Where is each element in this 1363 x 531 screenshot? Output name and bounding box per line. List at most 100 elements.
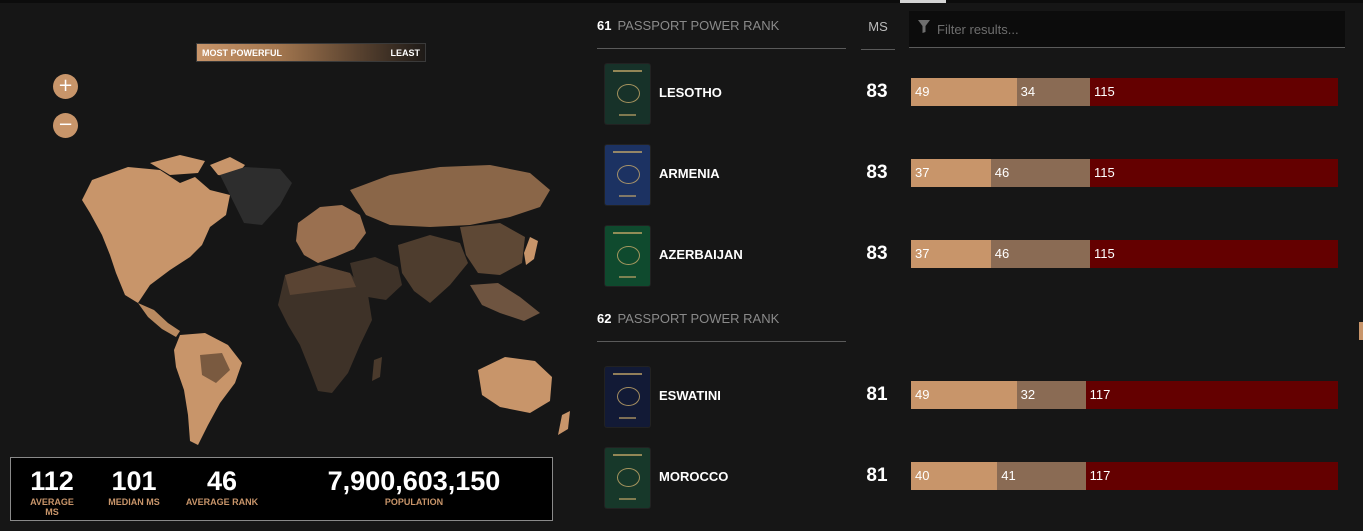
visa-breakdown-bar[interactable]: 37 46 115	[911, 159, 1338, 187]
country-name[interactable]: ARMENIA	[659, 166, 720, 181]
stat-value: 7,900,603,150	[327, 466, 501, 496]
country-name[interactable]: LESOTHO	[659, 85, 722, 100]
passport-bottom-mark	[619, 498, 636, 500]
passport-title-mark	[613, 70, 642, 72]
top-border	[0, 0, 1363, 3]
country-row[interactable]: AZERBAIJAN 83 37 46 115	[605, 226, 1345, 286]
mobility-score: 83	[866, 81, 888, 102]
visa-breakdown-bar[interactable]: 49 34 115	[911, 78, 1338, 106]
rank-number: 61	[597, 18, 612, 33]
passport-bottom-mark	[619, 276, 636, 278]
passport-cover-image[interactable]	[605, 145, 650, 205]
passport-title-mark	[613, 373, 642, 375]
visa-free-segment[interactable]: 49	[911, 381, 1017, 409]
zoom-in-button[interactable]: +	[53, 74, 78, 99]
passport-cover-image[interactable]	[605, 226, 650, 286]
map-legend: MOST POWERFUL LEAST	[196, 43, 426, 62]
rank-label: PASSPORT POWER RANK	[617, 311, 780, 326]
mobility-score: 81	[866, 465, 888, 486]
visa-breakdown-bar[interactable]: 37 46 115	[911, 240, 1338, 268]
passport-cover-image[interactable]	[605, 64, 650, 124]
legend-least-label: LEAST	[390, 48, 420, 58]
visa-required-segment[interactable]: 117	[1085, 381, 1338, 409]
passport-emblem	[617, 468, 640, 487]
rank-header-62: 62 PASSPORT POWER RANK	[597, 311, 846, 342]
stat-median-ms: 101 MEDIAN MS	[103, 466, 165, 507]
active-tab-indicator	[900, 0, 946, 3]
country-name[interactable]: ESWATINI	[659, 388, 721, 403]
stat-label: AVERAGE RANK	[185, 497, 259, 507]
rank-header-61: 61 PASSPORT POWER RANK	[597, 18, 846, 49]
mobility-score: 83	[866, 162, 888, 183]
passport-title-mark	[613, 232, 642, 234]
visa-on-arrival-segment[interactable]: 32	[1016, 381, 1086, 409]
visa-on-arrival-segment[interactable]: 46	[990, 240, 1090, 268]
map-japan[interactable]	[524, 237, 538, 265]
visa-on-arrival-segment[interactable]: 34	[1016, 78, 1090, 106]
rank-label: PASSPORT POWER RANK	[617, 18, 780, 33]
stat-value: 112	[30, 466, 74, 496]
passport-emblem	[617, 246, 640, 265]
stat-value: 46	[206, 466, 238, 496]
visa-required-segment[interactable]: 117	[1085, 462, 1338, 490]
passport-emblem	[617, 165, 640, 184]
stat-label: AVERAGE MS	[30, 497, 74, 517]
visa-required-segment[interactable]: 115	[1089, 159, 1338, 187]
country-row[interactable]: LESOTHO 83 49 34 115	[605, 64, 1345, 124]
rank-number: 62	[597, 311, 612, 326]
map-south-asia[interactable]	[398, 235, 468, 303]
passport-cover-image[interactable]	[605, 367, 650, 427]
stats-panel: 112 AVERAGE MS 101 MEDIAN MS 46 AVERAGE …	[10, 457, 553, 521]
zoom-out-button[interactable]: −	[53, 113, 78, 138]
passport-emblem	[617, 387, 640, 406]
map-europe[interactable]	[296, 205, 366, 263]
visa-free-segment[interactable]: 37	[911, 240, 991, 268]
country-row[interactable]: ARMENIA 83 37 46 115	[605, 145, 1345, 205]
passport-cover-image[interactable]	[605, 448, 650, 508]
map-east-asia[interactable]	[460, 223, 525, 275]
map-madagascar[interactable]	[372, 357, 382, 381]
visa-required-segment[interactable]: 115	[1089, 240, 1338, 268]
stat-population: 7,900,603,150 POPULATION	[309, 466, 519, 507]
stat-label: MEDIAN MS	[108, 497, 160, 507]
visa-on-arrival-segment[interactable]: 46	[990, 159, 1090, 187]
country-name[interactable]: MOROCCO	[659, 469, 728, 484]
passport-emblem	[617, 84, 640, 103]
map-central-america[interactable]	[138, 303, 180, 337]
map-south-america[interactable]	[174, 333, 242, 445]
passport-bottom-mark	[619, 417, 636, 419]
mobility-score: 83	[866, 243, 888, 264]
passport-bottom-mark	[619, 114, 636, 116]
map-north-asia[interactable]	[350, 165, 550, 227]
legend-most-label: MOST POWERFUL	[202, 48, 282, 58]
map-greenland[interactable]	[220, 167, 292, 225]
visa-on-arrival-segment[interactable]: 41	[997, 462, 1086, 490]
ms-column-header[interactable]: MS	[861, 19, 895, 50]
stat-value: 101	[111, 466, 157, 496]
stat-label: POPULATION	[384, 497, 444, 507]
map-southeast-asia[interactable]	[470, 283, 540, 321]
map-australia[interactable]	[478, 357, 552, 413]
passport-title-mark	[613, 151, 642, 153]
stat-average-rank: 46 AVERAGE RANK	[181, 466, 263, 507]
passport-title-mark	[613, 454, 642, 456]
filter-icon	[918, 20, 930, 33]
map-north-america[interactable]	[82, 167, 230, 303]
country-row[interactable]: MOROCCO 81 40 41 117	[605, 448, 1345, 508]
visa-free-segment[interactable]: 40	[911, 462, 998, 490]
visa-free-segment[interactable]: 49	[911, 78, 1017, 106]
filter-box[interactable]	[909, 11, 1345, 48]
country-name[interactable]: AZERBAIJAN	[659, 247, 743, 262]
visa-free-segment[interactable]: 37	[911, 159, 991, 187]
visa-breakdown-bar[interactable]: 49 32 117	[911, 381, 1338, 409]
world-map[interactable]	[30, 145, 580, 455]
visa-required-segment[interactable]: 115	[1089, 78, 1338, 106]
map-new-zealand[interactable]	[558, 411, 570, 435]
scrollbar-thumb[interactable]	[1359, 322, 1363, 340]
mobility-score: 81	[866, 384, 888, 405]
country-row[interactable]: ESWATINI 81 49 32 117	[605, 367, 1345, 427]
visa-breakdown-bar[interactable]: 40 41 117	[911, 462, 1338, 490]
filter-input[interactable]	[935, 17, 1329, 41]
stat-average-ms: 112 AVERAGE MS	[23, 466, 81, 517]
passport-bottom-mark	[619, 195, 636, 197]
